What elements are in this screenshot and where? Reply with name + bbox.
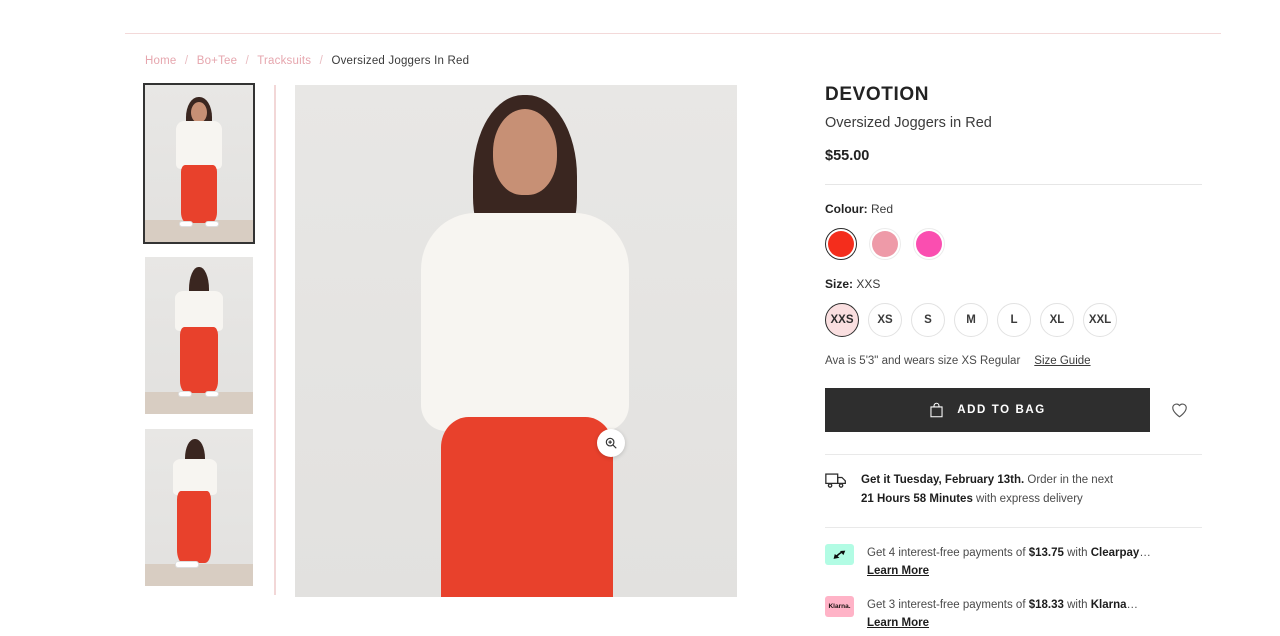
top-divider (125, 33, 1221, 34)
clearpay-brand: Clearpay (1090, 547, 1140, 559)
product-price: $55.00 (825, 148, 870, 164)
breadcrumb-item-tracksuits[interactable]: Tracksuits (257, 55, 311, 67)
product-detail-page: Home / Bo+Tee / Tracksuits / Oversized J… (0, 0, 1280, 636)
magnifier-plus-icon (605, 437, 617, 449)
panel-divider-3 (825, 527, 1202, 528)
klarna-lead: Get 3 interest-free payments of (867, 599, 1029, 611)
payment-option-clearpay: Get 4 interest-free payments of $13.75 w… (825, 544, 1202, 580)
size-option-xxl[interactable]: XXL (1083, 303, 1117, 337)
colour-label: Colour: Red (825, 202, 1202, 216)
swatch-fill (916, 231, 942, 257)
zoom-in-button[interactable] (597, 429, 625, 457)
breadcrumb: Home / Bo+Tee / Tracksuits / Oversized J… (145, 55, 469, 67)
size-option-xl[interactable]: XL (1040, 303, 1074, 337)
delivery-estimate: Get it Tuesday, February 13th. Order in … (825, 471, 1202, 509)
klarna-with: with (1063, 599, 1091, 611)
thumbnail-2[interactable] (145, 257, 253, 414)
thumbnail-gallery (143, 83, 255, 601)
product-detail-panel: DEVOTION Oversized Joggers in Red $55.00… (825, 84, 1202, 632)
thumbnail-figure (145, 257, 253, 414)
wishlist-button[interactable] (1166, 397, 1192, 423)
purchase-actions: ADD TO BAG (825, 388, 1202, 432)
klarna-amount: $18.33 (1028, 599, 1064, 611)
swatch-fill (828, 231, 854, 257)
breadcrumb-separator: / (184, 55, 189, 67)
clearpay-learn-more-link[interactable]: Learn More (867, 562, 929, 580)
size-option-xxs[interactable]: XXS (825, 303, 859, 337)
clearpay-logo-icon (825, 544, 854, 565)
delivery-order-next: Order in the next (1024, 474, 1114, 486)
size-option-m[interactable]: M (954, 303, 988, 337)
klarna-logo-icon: Klarna. (825, 596, 854, 617)
clearpay-lead: Get 4 interest-free payments of (867, 547, 1029, 559)
thumbnail-figure (145, 429, 253, 586)
heart-icon (1171, 403, 1187, 418)
clearpay-ellipsis: … (1139, 547, 1151, 559)
colour-swatches (825, 228, 1202, 260)
colour-swatch-light-pink[interactable] (869, 228, 901, 260)
breadcrumb-item-botee[interactable]: Bo+Tee (197, 55, 238, 67)
thumbnail-3[interactable] (145, 429, 253, 586)
size-guide-link[interactable]: Size Guide (1034, 355, 1090, 367)
clearpay-glyph-icon (833, 550, 846, 559)
thumbnail-figure (145, 85, 253, 242)
clearpay-with: with (1063, 547, 1091, 559)
panel-divider (825, 184, 1202, 185)
gallery-scrollbar[interactable] (274, 85, 276, 595)
size-option-s[interactable]: S (911, 303, 945, 337)
model-fit-text: Ava is 5'3" and wears size XS Regular (825, 355, 1021, 367)
thumbnail-1[interactable] (143, 83, 255, 244)
breadcrumb-separator: / (319, 55, 324, 67)
breadcrumb-item-home[interactable]: Home (145, 55, 176, 67)
klarna-brand: Klarna (1090, 599, 1127, 611)
delivery-text: Get it Tuesday, February 13th. Order in … (861, 471, 1113, 509)
size-option-l[interactable]: L (997, 303, 1031, 337)
clearpay-text: Get 4 interest-free payments of $13.75 w… (867, 544, 1151, 580)
shopping-bag-icon (930, 402, 943, 418)
clearpay-amount: $13.75 (1028, 547, 1064, 559)
product-title: Oversized Joggers in Red (825, 115, 992, 131)
payment-option-klarna: Klarna. Get 3 interest-free payments of … (825, 596, 1202, 632)
klarna-learn-more-link[interactable]: Learn More (867, 614, 929, 632)
breadcrumb-separator: / (245, 55, 250, 67)
delivery-countdown: 21 Hours 58 Minutes (861, 493, 973, 505)
colour-swatch-hot-pink[interactable] (913, 228, 945, 260)
add-to-bag-button[interactable]: ADD TO BAG (825, 388, 1150, 432)
add-to-bag-label: ADD TO BAG (957, 404, 1046, 416)
main-product-image[interactable] (295, 85, 737, 597)
size-label-text: Size: (825, 277, 854, 291)
colour-selected-value: Red (871, 202, 894, 216)
delivery-truck-icon (825, 473, 846, 488)
panel-divider-2 (825, 454, 1202, 455)
size-selected-value: XXS (856, 277, 881, 291)
product-brand: DEVOTION (825, 84, 930, 105)
product-photo (295, 85, 737, 597)
model-fit-note: Ava is 5'3" and wears size XS Regular Si… (825, 355, 1202, 367)
size-option-xs[interactable]: XS (868, 303, 902, 337)
size-selector: XXS XS S M L XL XXL (825, 303, 1202, 337)
klarna-ellipsis: … (1126, 599, 1139, 611)
colour-swatch-red[interactable] (825, 228, 857, 260)
delivery-date: Get it Tuesday, February 13th. (861, 474, 1025, 486)
colour-label-text: Colour: (825, 202, 868, 216)
klarna-text: Get 3 interest-free payments of $18.33 w… (867, 596, 1138, 632)
size-label: Size: XXS (825, 277, 1202, 291)
delivery-method: with express delivery (972, 493, 1083, 505)
breadcrumb-item-current: Oversized Joggers In Red (331, 55, 470, 67)
swatch-fill (872, 231, 898, 257)
